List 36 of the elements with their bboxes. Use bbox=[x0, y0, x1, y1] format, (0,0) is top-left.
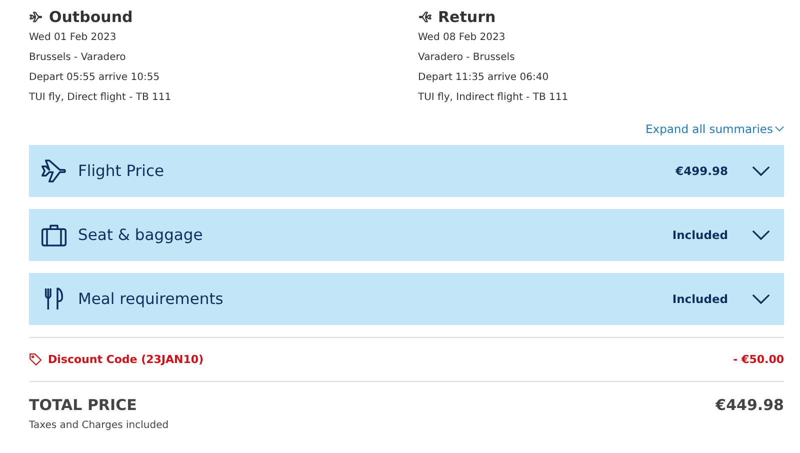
flight-detail: TUI fly, Direct flight - TB 111 bbox=[29, 91, 172, 105]
airplane-icon bbox=[29, 10, 43, 24]
section-value: Included bbox=[672, 228, 728, 242]
chevron-down-icon bbox=[752, 166, 770, 176]
flight-detail: Varadero - Brussels bbox=[418, 51, 516, 65]
flight-detail: Depart 11:35 arrive 06:40 bbox=[418, 71, 550, 85]
chevron-down-icon bbox=[752, 294, 770, 304]
summary-section[interactable]: Flight Price €499.98 bbox=[29, 145, 784, 197]
discount-amount: - €50.00 bbox=[733, 353, 784, 366]
flight-detail: Depart 05:55 arrive 10:55 bbox=[29, 71, 161, 85]
leg-title: Return bbox=[438, 8, 496, 26]
flight-detail: Wed 08 Feb 2023 bbox=[418, 31, 506, 45]
airplane-icon bbox=[40, 157, 68, 185]
total-label: TOTAL PRICE bbox=[29, 396, 137, 414]
flight-detail: Brussels - Varadero bbox=[29, 51, 127, 65]
expand-all-link[interactable]: Expand all summaries bbox=[646, 119, 784, 139]
tag-icon bbox=[29, 353, 42, 366]
expand-toggle[interactable] bbox=[752, 230, 770, 240]
section-value: €499.98 bbox=[676, 164, 728, 178]
flight-detail: Wed 01 Feb 2023 bbox=[29, 31, 118, 45]
section-title: Meal requirements bbox=[78, 290, 224, 308]
expand-toggle[interactable] bbox=[752, 294, 770, 304]
section-title: Seat & baggage bbox=[78, 226, 204, 244]
discount-label: Discount Code (23JAN10) bbox=[48, 353, 205, 366]
section-title: Flight Price bbox=[78, 162, 166, 180]
expand-toggle[interactable] bbox=[752, 166, 770, 176]
section-value: Included bbox=[672, 292, 728, 306]
airplane-icon bbox=[418, 10, 432, 24]
chevron-down-icon bbox=[752, 230, 770, 240]
summary-section[interactable]: Seat & baggage Included bbox=[29, 209, 784, 261]
total-amount: €449.98 bbox=[716, 396, 784, 414]
tax-note: Taxes and Charges included bbox=[29, 420, 170, 431]
leg-title: Outbound bbox=[49, 8, 133, 26]
chevron-down-icon bbox=[775, 126, 784, 132]
flight-detail: TUI fly, Indirect flight - TB 111 bbox=[418, 91, 570, 105]
summary-section[interactable]: Meal requirements Included bbox=[29, 273, 784, 325]
